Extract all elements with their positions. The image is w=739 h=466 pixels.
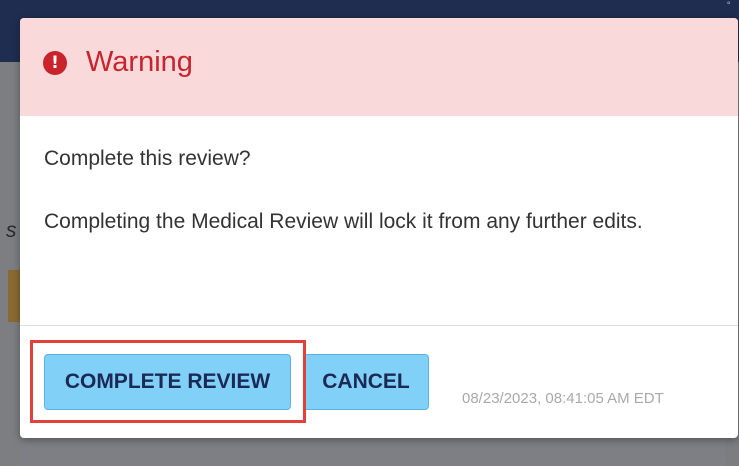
backdrop-partial-button <box>8 270 20 322</box>
dialog-body: Complete this review? Completing the Med… <box>20 116 738 325</box>
dialog-header: ! Warning <box>20 18 738 116</box>
dialog-message: Completing the Medical Review will lock … <box>44 210 643 233</box>
backdrop-partial-text: s <box>6 219 17 242</box>
timestamp: 08/23/2023, 08:41:05 AM EDT <box>462 390 664 407</box>
exclamation-circle-icon: ! <box>43 51 67 75</box>
warning-dialog: ! Warning Complete this review? Completi… <box>20 18 738 438</box>
dialog-question: Complete this review? <box>44 147 251 170</box>
dialog-divider <box>20 325 738 326</box>
backdrop-glyph: ˚ <box>727 0 731 14</box>
backdrop-left-panel <box>0 62 20 466</box>
cancel-button[interactable]: CANCEL <box>303 354 429 410</box>
dialog-title: Warning <box>86 46 193 78</box>
complete-review-button[interactable]: COMPLETE REVIEW <box>44 354 291 410</box>
